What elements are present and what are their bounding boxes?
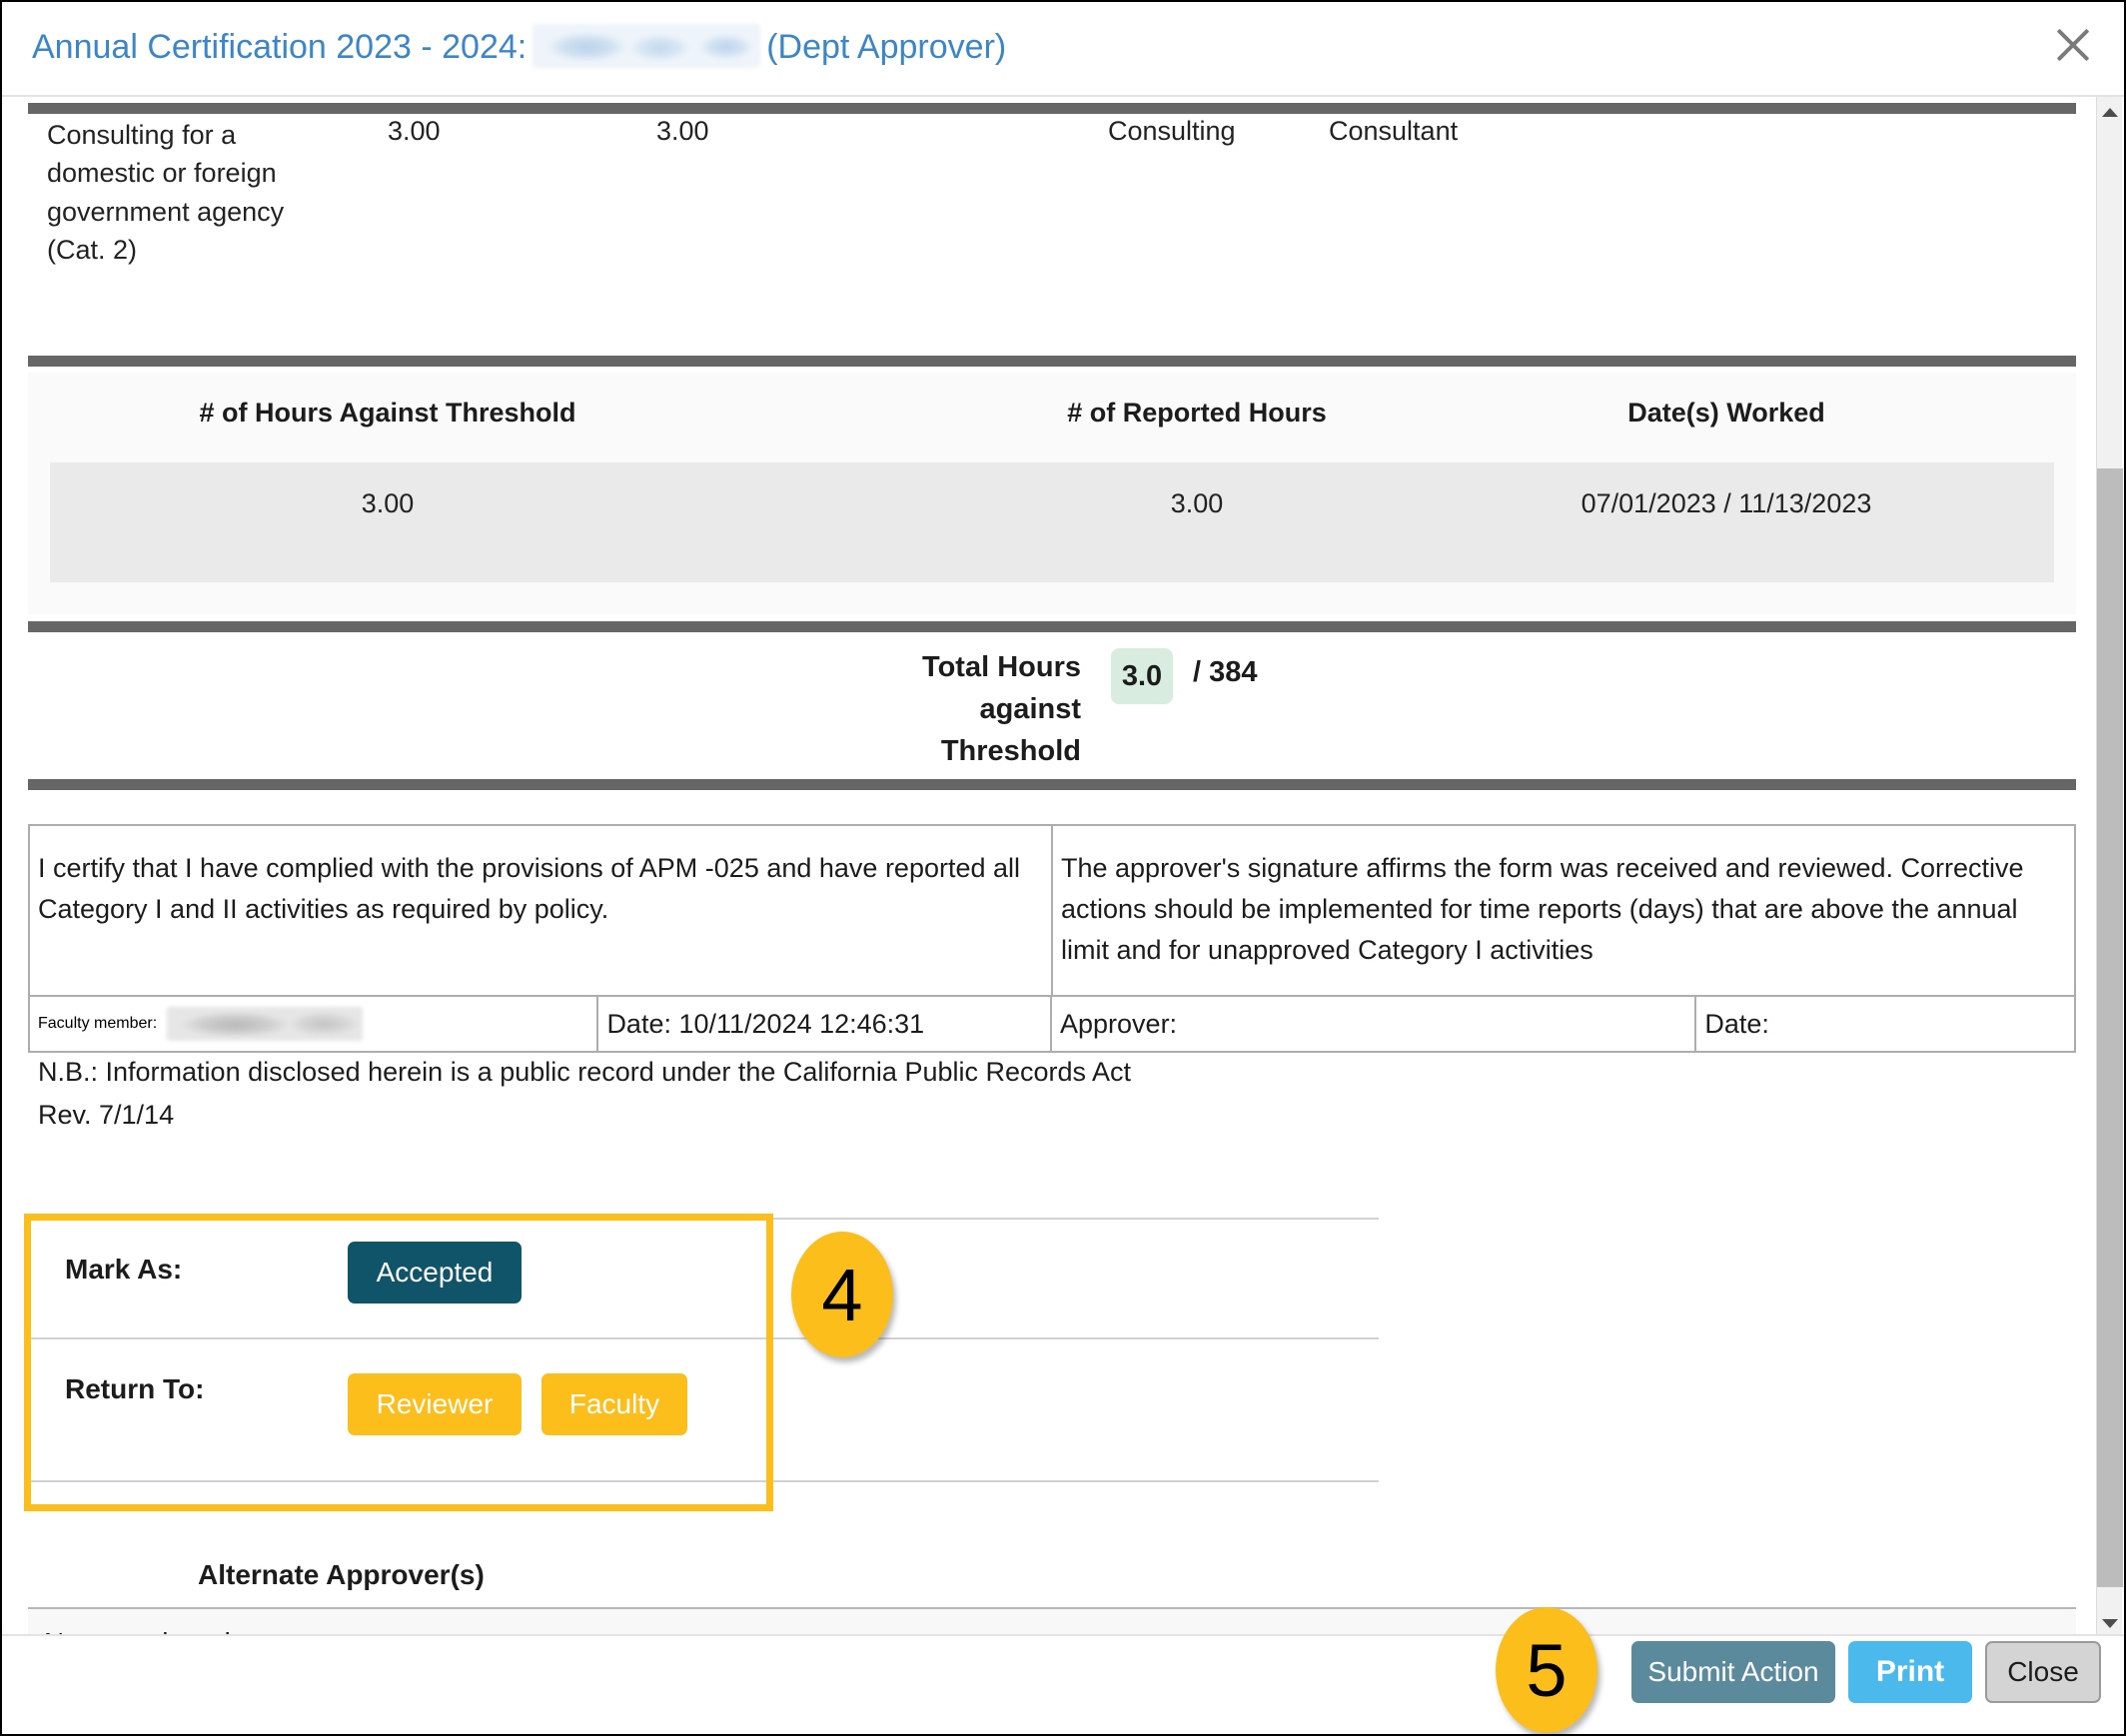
- faculty-signature-date: Date: 10/11/2024 12:46:31: [598, 997, 1052, 1052]
- return-to-faculty-button[interactable]: Faculty: [541, 1373, 687, 1435]
- chevron-down-icon[interactable]: [2097, 1610, 2123, 1636]
- total-hours-value-badge: 3.0: [1111, 648, 1173, 704]
- certification-grid: I certify that I have complied with the …: [28, 824, 2076, 1054]
- approver-certification-statement: The approver's signature affirms the for…: [1061, 853, 2024, 966]
- cell-dates-worked: 07/01/2023 / 11/13/2023: [1581, 488, 1872, 518]
- vertical-scrollbar[interactable]: [2096, 97, 2123, 1638]
- certification-modal: Annual Certification 2023 - 2024: (Dept A…: [0, 0, 2126, 1736]
- step-marker-4: 4: [791, 1232, 893, 1357]
- scrollbar-thumb[interactable]: [2097, 468, 2123, 1587]
- approver-date-field: Date:: [1704, 1008, 1769, 1039]
- public-record-note-line2: Rev. 7/1/14: [38, 1099, 175, 1130]
- chevron-up-icon[interactable]: [2097, 99, 2123, 125]
- page-title: Annual Certification 2023 - 2024: (Dept A…: [32, 24, 1006, 68]
- cell-hours-against-threshold: 3.00: [361, 488, 415, 518]
- return-to-row: Return To: Reviewer Faculty: [28, 1337, 1379, 1482]
- faculty-member-label: Faculty member:: [38, 1015, 158, 1033]
- redacted-faculty-member-value: [167, 1007, 364, 1042]
- section-divider-top: [28, 103, 2076, 114]
- column-header-dates-worked: Date(s) Worked: [1627, 398, 1825, 428]
- mark-as-row: Mark As: Accepted: [28, 1218, 1379, 1337]
- step-marker-5: 5: [1496, 1607, 1597, 1733]
- section-divider-activity: [28, 356, 2076, 367]
- return-to-reviewer-button[interactable]: Reviewer: [348, 1373, 522, 1435]
- alternate-approvers-title: Alternate Approver(s): [198, 1559, 485, 1590]
- hours-detail-table: # of Hours Against Threshold # of Report…: [28, 373, 2076, 614]
- faculty-member-field: Faculty member:: [30, 997, 599, 1052]
- activity-hours-against-threshold: 3.00: [388, 116, 441, 146]
- table-row: 3.00 3.00 07/01/2023 / 11/13/2023: [50, 462, 2054, 582]
- activity-category: Consulting: [1108, 116, 1236, 146]
- faculty-certification-statement: I certify that I have complied with the …: [30, 826, 1053, 996]
- hours-table-header: # of Hours Against Threshold # of Report…: [28, 398, 2076, 447]
- return-to-label: Return To:: [65, 1373, 205, 1404]
- column-header-hours-against-threshold: # of Hours Against Threshold: [199, 398, 576, 428]
- section-divider-total: [28, 621, 2076, 632]
- approval-actions-table: Mark As: Accepted Return To: Reviewer Fa…: [28, 1218, 1379, 1482]
- approver-field: Approver:: [1052, 997, 1697, 1052]
- close-icon[interactable]: [2046, 18, 2100, 72]
- activity-description: Consulting for a domestic or foreign gov…: [47, 120, 285, 265]
- print-button[interactable]: Print: [1848, 1641, 1972, 1703]
- modal-header: Annual Certification 2023 - 2024: (Dept A…: [2, 2, 2124, 97]
- total-hours-label: Total Hours against Threshold: [922, 651, 1081, 768]
- mark-as-label: Mark As:: [65, 1254, 183, 1285]
- public-record-note: N.B.: Information disclosed herein is a …: [38, 1051, 1131, 1136]
- submit-action-button[interactable]: Submit Action: [1631, 1641, 1835, 1703]
- public-record-note-line1: N.B.: Information disclosed herein is a …: [38, 1057, 1132, 1087]
- title-prefix: Annual Certification 2023 - 2024:: [32, 28, 528, 66]
- accepted-button[interactable]: Accepted: [348, 1242, 522, 1303]
- redacted-faculty-name: [532, 24, 761, 68]
- total-hours-threshold-max: / 384: [1193, 656, 1258, 688]
- title-role-suffix: (Dept Approver): [766, 28, 1007, 66]
- modal-body-scroll: Consulting for a domestic or foreign gov…: [2, 97, 2100, 1638]
- section-divider-certification: [28, 779, 2076, 790]
- activity-role: Consultant: [1329, 116, 1459, 146]
- close-button[interactable]: Close: [1985, 1641, 2101, 1703]
- activity-reported-hours: 3.00: [656, 116, 709, 146]
